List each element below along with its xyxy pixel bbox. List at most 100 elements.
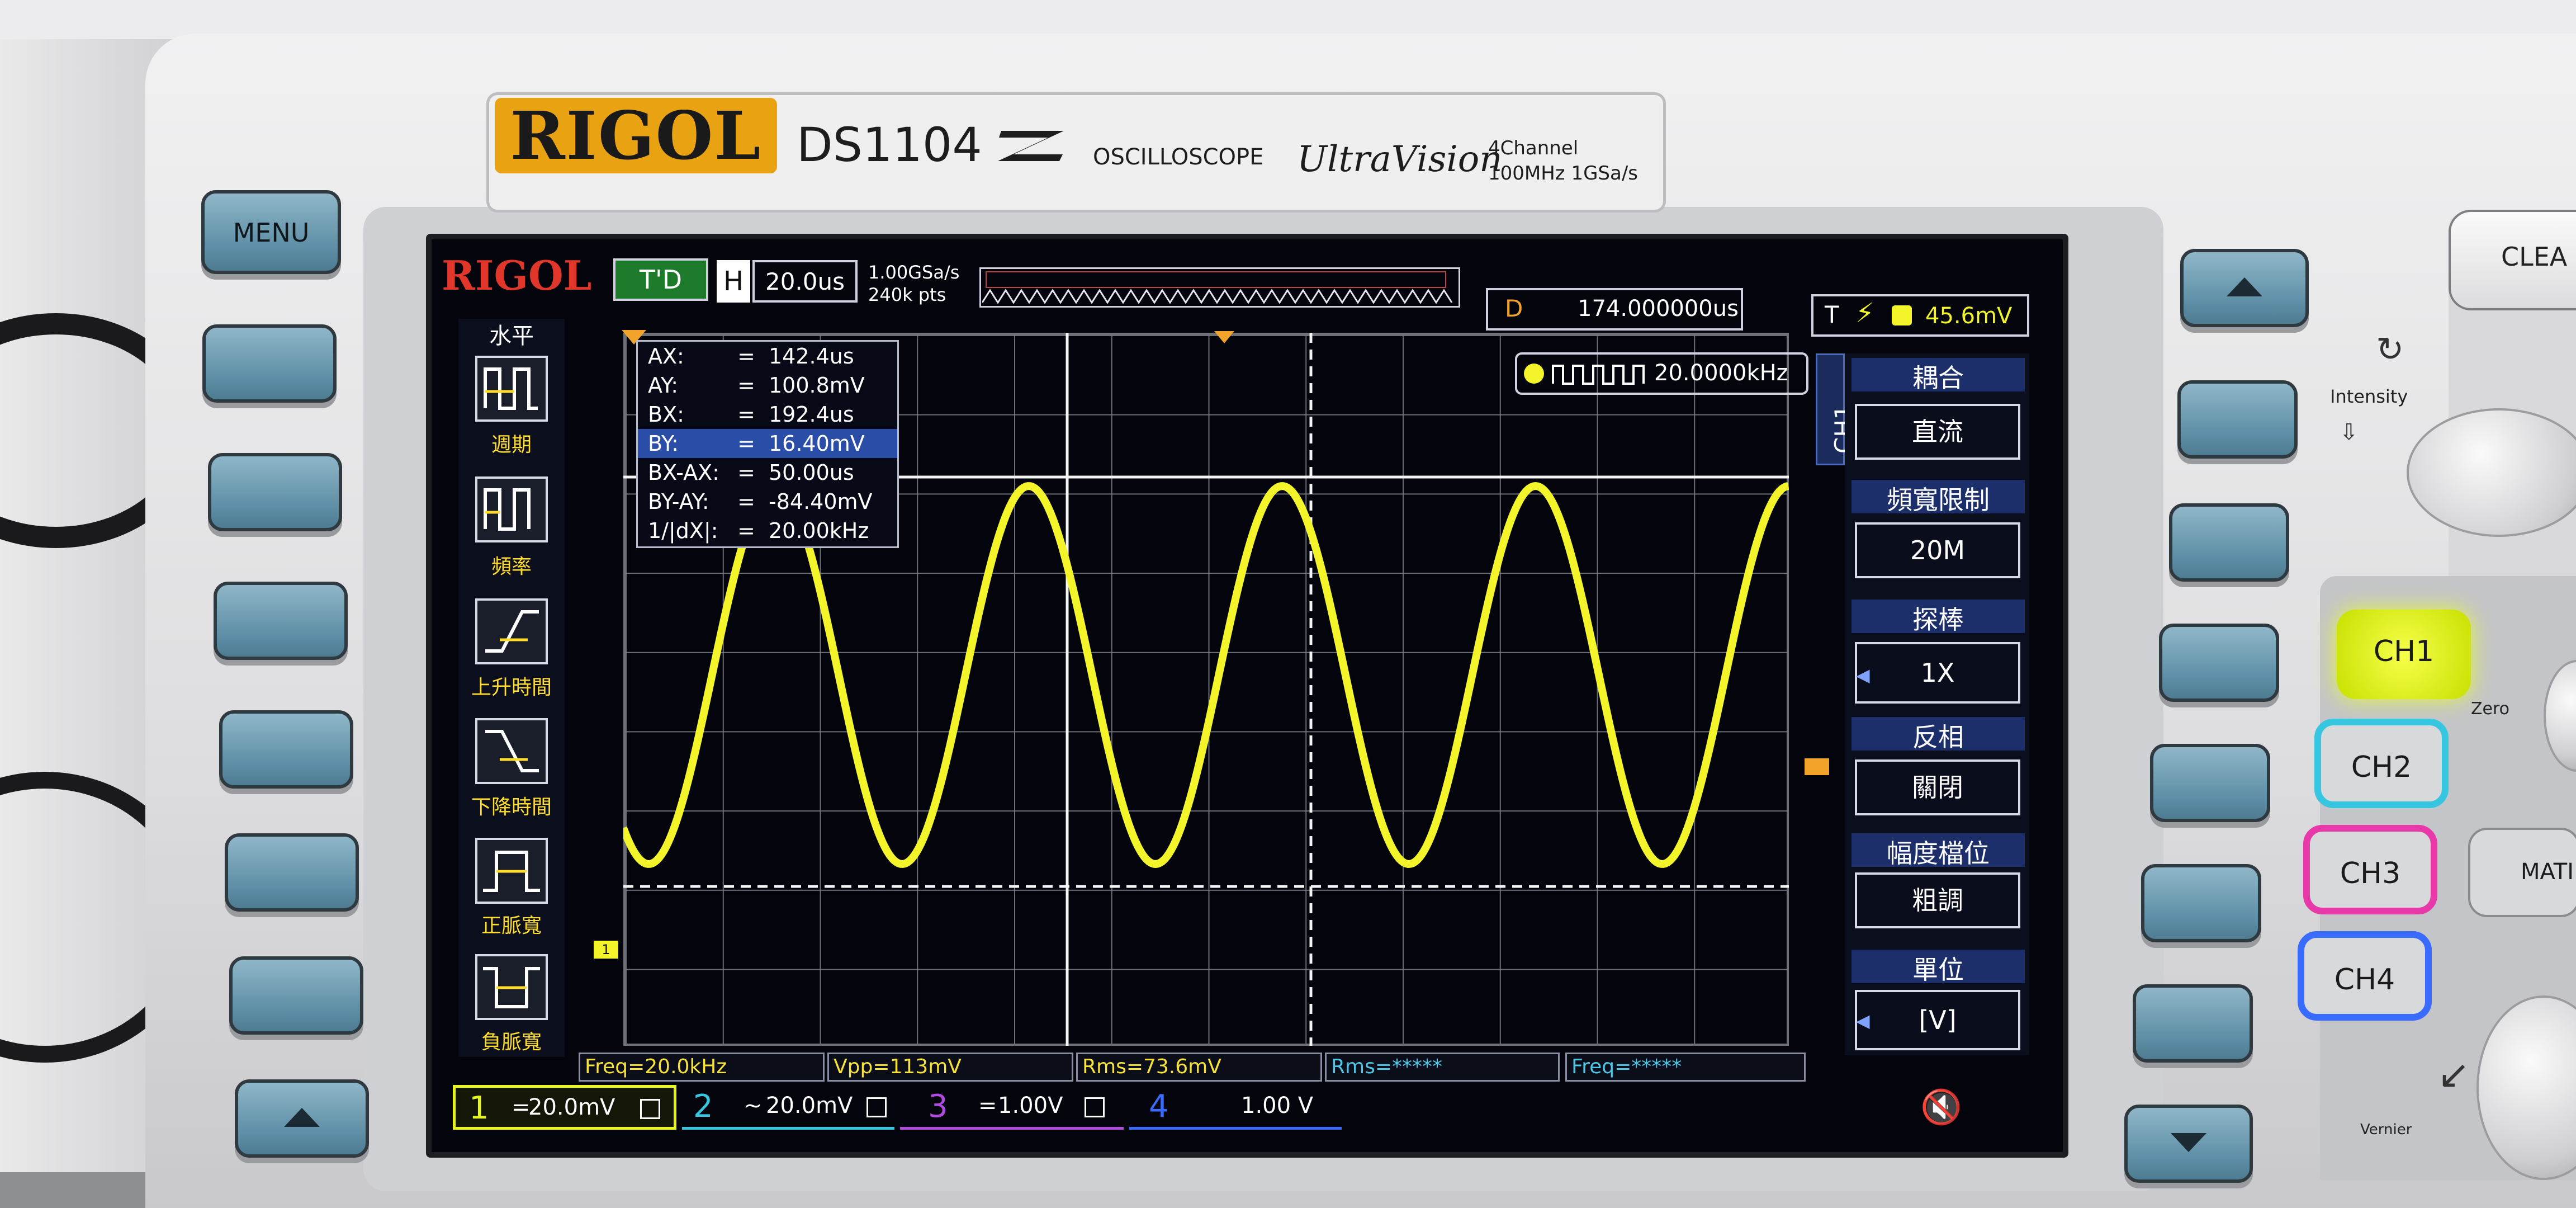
frequency-icon[interactable] xyxy=(475,476,548,542)
softkey-left-4[interactable] xyxy=(219,710,353,789)
bandwidth-icon xyxy=(640,1099,660,1119)
ch3-button[interactable]: CH3 xyxy=(2303,825,2437,914)
model-number: DS1104 xyxy=(797,117,1069,172)
spec-bandwidth: 100MHz 1GSa/s xyxy=(1488,162,1639,185)
bandwidth-limit-title: 頻寬限制 xyxy=(1852,480,2025,515)
arrow-up-icon xyxy=(2227,277,2262,296)
volts-div-value[interactable]: 粗調 xyxy=(1855,872,2020,928)
arrow-down-icon: ↙ xyxy=(2437,1051,2470,1097)
probe-value[interactable]: 1X xyxy=(1855,642,2020,704)
bandwidth-limit-value[interactable]: 20M xyxy=(1855,522,2020,578)
cursor-row: AX: = 142.4us xyxy=(648,344,854,369)
trigger-status: T'D xyxy=(613,258,708,301)
coupling-title: 耦合 xyxy=(1852,358,2025,393)
zero-label: Zero xyxy=(2471,699,2510,719)
ch4-status[interactable]: 4 1.00 V xyxy=(1129,1088,1342,1130)
period-icon[interactable] xyxy=(475,356,548,422)
frequency-label: 頻率 xyxy=(491,555,532,578)
page-up-right-button[interactable] xyxy=(2180,249,2309,327)
sample-rate: 1.00GSa/s xyxy=(868,262,960,283)
rising-edge-icon: ⚡ xyxy=(1855,298,1874,329)
frequency-wave-icon xyxy=(484,488,531,531)
ch4-button[interactable]: CH4 xyxy=(2298,931,2432,1021)
ch2-status[interactable]: 2 ~ 20.0mV xyxy=(682,1088,894,1130)
bandwidth-icon xyxy=(1085,1097,1105,1117)
unit-title: 單位 xyxy=(1852,950,2025,985)
cursor-row: BX-AX: = 50.00us xyxy=(648,460,854,485)
period-label: 週期 xyxy=(491,433,532,456)
measure-rms-ch2: Rms=***** xyxy=(1325,1053,1560,1082)
invert-title: 反相 xyxy=(1852,717,2025,752)
measure-freq: Freq=20.0kHz xyxy=(579,1053,825,1082)
overview-waveform xyxy=(982,289,1453,304)
bandwidth-icon xyxy=(866,1097,887,1117)
viewport-window xyxy=(986,271,1446,288)
arrow-down-icon xyxy=(2171,1133,2206,1152)
speaker-muted-icon[interactable]: 🔇 xyxy=(1920,1087,1962,1127)
rotate-icon: ↻ xyxy=(2376,330,2404,369)
ch1-button[interactable]: CH1 xyxy=(2337,610,2471,699)
positive-width-icon[interactable] xyxy=(475,838,548,904)
unit-value[interactable]: [V] xyxy=(1855,990,2020,1050)
fall-time-label: 下降時間 xyxy=(471,796,552,819)
frequency-counter: 20.0000kHz xyxy=(1515,352,1808,395)
page-down-right-button[interactable] xyxy=(2124,1105,2253,1183)
ch3-status[interactable]: 3 = 1.00V xyxy=(900,1088,1124,1130)
trigger-box[interactable]: T ⚡ 45.6mV xyxy=(1811,294,2029,337)
ch2-button[interactable]: CH2 xyxy=(2314,719,2449,808)
delay-box[interactable]: D 174.000000us xyxy=(1486,288,1743,331)
menu-button[interactable]: MENU xyxy=(201,190,341,274)
softkey-left-5[interactable] xyxy=(225,833,359,912)
negative-width-label: 負脈寬 xyxy=(481,1031,542,1054)
softkey-left-1[interactable] xyxy=(202,324,337,403)
softkey-right-6[interactable] xyxy=(2133,984,2253,1063)
unit-left-arrow-icon: ◀ xyxy=(1856,1010,1870,1031)
push-icon: ⇩ xyxy=(2340,419,2359,445)
brand-logo: RIGOL xyxy=(495,98,777,173)
softkey-right-2[interactable] xyxy=(2169,503,2289,582)
series-label: UltraVision xyxy=(1297,139,1503,180)
softkey-right-4[interactable] xyxy=(2150,744,2270,822)
positive-width-label: 正脈寬 xyxy=(481,914,542,937)
negative-pulse-icon xyxy=(483,967,540,1008)
rise-time-icon[interactable] xyxy=(475,598,548,664)
softkey-left-2[interactable] xyxy=(208,453,342,531)
intensity-label: Intensity xyxy=(2330,386,2408,407)
invert-value[interactable]: 關閉 xyxy=(1855,759,2020,815)
cursor-row: BX: = 192.4us xyxy=(648,402,854,427)
clear-button[interactable]: CLEA xyxy=(2449,210,2576,310)
page-up-left-button[interactable] xyxy=(235,1079,369,1158)
type-label: OSCILLOSCOPE xyxy=(1093,144,1264,170)
cursor-row: BY-AY: = -84.40mV xyxy=(648,489,873,514)
measure-rms: Rms=73.6mV xyxy=(1076,1053,1322,1082)
cursor-row: 1/|dX|: = 20.00kHz xyxy=(648,518,869,543)
memory-overview xyxy=(979,267,1460,308)
positive-pulse-icon xyxy=(483,851,540,892)
measure-vpp: Vpp=113mV xyxy=(827,1053,1073,1082)
cursor-row: AY: = 100.8mV xyxy=(648,373,865,398)
softkey-right-3[interactable] xyxy=(2159,624,2279,702)
measure-freq-ch2: Freq=***** xyxy=(1565,1053,1806,1082)
volts-div-title: 幅度檔位 xyxy=(1852,833,2025,869)
fall-time-icon[interactable] xyxy=(475,718,548,784)
negative-width-icon[interactable] xyxy=(475,954,548,1020)
square-wave-icon xyxy=(1552,365,1645,385)
counter-source-icon xyxy=(1524,364,1544,384)
math-button[interactable]: MATI xyxy=(2468,828,2576,917)
softkey-right-5[interactable] xyxy=(2141,864,2261,942)
coupling-value[interactable]: 直流 xyxy=(1855,404,2020,460)
spec-channels: 4Channel xyxy=(1488,137,1579,159)
rise-edge-icon xyxy=(485,610,539,653)
timebase-value[interactable]: 20.0us xyxy=(752,260,858,303)
softkey-left-6[interactable] xyxy=(229,956,363,1035)
z-series-mark-icon xyxy=(998,131,1064,161)
softkey-left-3[interactable] xyxy=(214,582,348,660)
screen-logo: RIGOL xyxy=(442,252,592,299)
ch1-status[interactable]: 1 = 20.0mV xyxy=(453,1085,676,1130)
measure-menu-title: 水平 xyxy=(489,323,534,349)
trigger-source-icon xyxy=(1892,305,1912,325)
trigger-level-marker xyxy=(1805,758,1829,775)
ch1-ground-marker: 1 xyxy=(594,941,618,959)
softkey-right-1[interactable] xyxy=(2177,380,2298,459)
rise-time-label: 上升時間 xyxy=(471,676,552,699)
